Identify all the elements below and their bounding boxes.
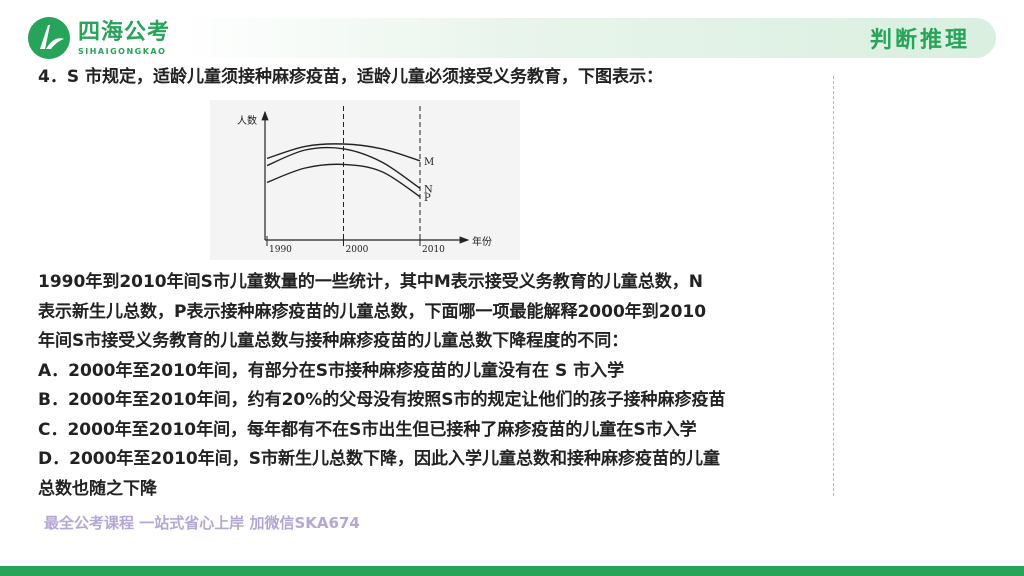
footer-bar	[0, 566, 1024, 576]
x-tick-label-2010: 2010	[422, 245, 445, 255]
option-d-continued: 总数也随之下降	[38, 478, 157, 499]
y-axis-label: 人数	[237, 114, 257, 127]
series-label-M: M	[424, 157, 434, 168]
chart: 人数 年份 1990 2000 2010 M N P	[210, 100, 520, 260]
option-b: B．2000年至2010年间，约有20%的父母没有按照S市的规定让他们的孩子接种…	[38, 390, 726, 410]
series-label-P: P	[424, 193, 431, 204]
question-stem: 4．S 市规定，适龄儿童须接种麻疹疫苗，适龄儿童必须接受义务教育，下图表示：	[38, 67, 663, 87]
x-tick-label-1990: 1990	[269, 245, 292, 255]
x-tick-label-2000: 2000	[346, 245, 369, 255]
line-chart: 人数 年份 1990 2000 2010MNP	[237, 106, 492, 255]
logo: 四海公考 SIHAIGONGKAO	[26, 14, 176, 62]
logo-icon	[28, 17, 70, 59]
question-body: 1990年到2010年间S市儿童数量的一些统计，其中M表示接受义务教育的儿童总数…	[38, 268, 828, 504]
dashed-divider	[833, 76, 834, 496]
logo-chinese-text: 四海公考	[78, 19, 171, 45]
body-line: 表示新生儿总数，P表示接种麻疹疫苗的儿童总数，下面哪一项最能解释2000年到20…	[38, 301, 707, 322]
x-axis-label: 年份	[472, 235, 492, 248]
option-c: C．2000年至2010年间，每年都有不在S市出生但已接种了麻疹疫苗的儿童在S市…	[38, 419, 697, 440]
logo-english-text: SIHAIGONGKAO	[78, 46, 167, 56]
body-line: 年间S市接受义务教育的儿童总数与接种麻疹疫苗的儿童总数下降程度的不同：	[38, 331, 629, 351]
body-line: 1990年到2010年间S市儿童数量的一些统计，其中M表示接受义务教育的儿童总数…	[38, 272, 704, 292]
option-a: A．2000年至2010年间，有部分在S市接种麻疹疫苗的儿童没有在 S 市入学	[38, 360, 625, 381]
section-title: 判断推理	[869, 28, 970, 53]
watermark: 最全公考课程 一站式省心上岸 加微信SKA674	[44, 514, 360, 532]
option-d: D．2000年至2010年间，S市新生儿总数下降，因此入学儿童总数和接种麻疹疫苗…	[38, 449, 720, 469]
